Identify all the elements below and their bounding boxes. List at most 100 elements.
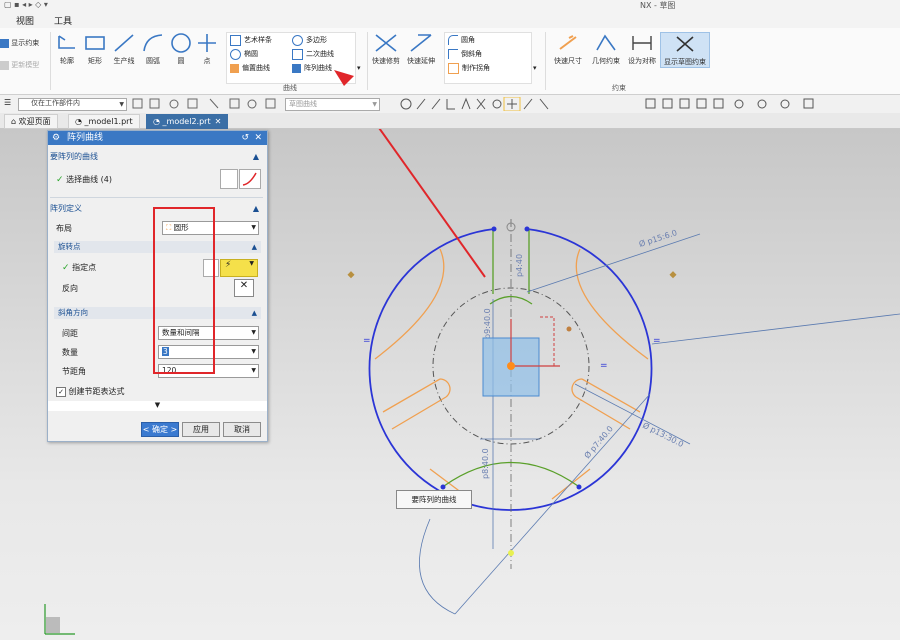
toolbar-icon-strip-right[interactable] [400,97,820,111]
reverse-label: 反向 [62,284,78,293]
menu-tools[interactable]: 工具 [54,14,72,27]
display-sketch-constraints-button[interactable]: 显示草图约束 [660,32,710,68]
specify-point-label: 指定点 [72,263,97,272]
geometric-constraints-icon [596,34,616,51]
dimension-label-p7[interactable]: Ø p7:40.0 [582,424,615,461]
chevron-down-icon: ▼ [251,348,256,355]
ellipse-item[interactable]: 椭圆 [230,48,258,61]
gear-icon[interactable]: ⚙ [52,133,60,143]
constraint-symbol: = [600,361,608,371]
point-button[interactable]: 点 [196,32,218,66]
bottom-point[interactable] [508,550,514,556]
dialog-titlebar[interactable]: ⚙ 阵列曲线 ↺ ✕ [48,131,267,145]
dimension-label-p15[interactable]: Ø p15:6.0 [638,227,679,249]
dimension-label-p13[interactable]: Ø p13:30.0 [641,420,685,449]
constraint-group-label: 约束 [612,84,626,92]
chevron-up-icon[interactable]: ▲ [252,241,257,253]
more-options-toggle[interactable]: ▼ [48,401,267,411]
rapid-dimension-icon [559,35,577,50]
profile-button[interactable]: 轮廓 [54,32,80,66]
polygon-icon [292,34,303,46]
line-label: 生产线 [113,57,135,65]
display-constraints-button[interactable]: 显示约束 [0,38,46,48]
circle-button[interactable]: 圆 [168,32,194,66]
quick-trim-label: 快速修剪 [372,57,400,65]
polygon-item[interactable]: 多边形 [292,34,327,47]
tab-model1[interactable]: ◔ _model1.prt [68,114,140,129]
tab-model2[interactable]: ◔ _model2.prt ✕ [146,114,229,129]
make-corner-item[interactable]: 制作拐角 [448,62,490,75]
chevron-up-icon[interactable]: ▲ [253,203,259,215]
section-curves-to-pattern[interactable]: 要阵列的曲线 ▲ [50,151,263,163]
menu-toggle-icon[interactable]: ☰ [4,98,11,107]
chevron-up-icon[interactable]: ▲ [252,307,257,319]
home-icon: ⌂ [11,117,19,126]
dimension-label-p4[interactable]: p4:40 [515,254,524,277]
chevron-up-icon[interactable]: ▲ [253,151,259,163]
filter-combo[interactable]: 草图曲线 ▼ [285,98,380,111]
create-expression-label: 创建节距表达式 [68,387,125,396]
ok-button[interactable]: < 确定 > [141,422,179,437]
check-icon: ✓ [56,175,64,185]
menu-bar: 视图 工具 [0,12,900,29]
polygon-label: 多边形 [306,36,327,44]
count-label: 数量 [62,348,78,357]
quick-extend-label: 快速延伸 [407,57,435,65]
layout-label: 布局 [56,224,72,233]
chamfer-label: 倒斜角 [461,50,482,58]
offset-curve-item[interactable]: 偏置曲线 [230,62,270,75]
arc-button[interactable]: 圆弧 [140,32,166,66]
create-expression-row[interactable]: ✓ 创建节距表达式 [56,386,125,397]
highlight-box [153,207,215,374]
close-icon[interactable]: ✕ [254,131,262,145]
rectangle-button[interactable]: 矩形 [82,32,108,66]
quick-trim-button[interactable]: 快速修剪 [370,32,402,66]
rapid-dimension-button[interactable]: 快速尺寸 [550,32,586,66]
chamfer-item[interactable]: 倒斜角 [448,48,482,61]
chevron-down-icon: ▼ [154,401,161,409]
arc-icon [143,34,163,52]
edit-gallery-expand-icon[interactable]: ▾ [533,64,537,72]
spacing-label: 间距 [62,329,78,338]
menu-view[interactable]: 视图 [16,14,34,27]
specify-point-row[interactable]: ✓ 指定点 [62,262,96,273]
curve-rule-icon[interactable] [220,169,238,189]
ellipse-label: 椭圆 [244,50,258,58]
curve-select-icon [242,172,257,186]
make-symmetric-icon [632,36,652,50]
quick-access-toolbar[interactable]: ▢ ▪ ◂ ▸ ◇ ▾ [4,0,48,9]
dimension-label-p8[interactable]: p8:40.0 [481,448,490,479]
pattern-curve-item[interactable]: 阵列曲线 [292,62,332,75]
geometric-constraints-button[interactable]: 几何约束 [588,32,624,66]
chevron-down-icon: ▼ [251,329,256,336]
fillet-item[interactable]: 圆角 [448,34,475,47]
conic-item[interactable]: 二次曲线 [292,48,334,61]
make-symmetric-button[interactable]: 设为对称 [626,32,658,66]
select-curve-row[interactable]: ✓ 选择曲线 (4) [56,174,112,185]
cancel-button[interactable]: 取消 [223,422,261,437]
part-icon: ◔ [153,117,163,126]
tab-model2-label: _model2.prt [162,117,211,126]
studio-spline-item[interactable]: 艺术样条 [230,34,272,47]
line-button[interactable]: 生产线 [110,32,138,66]
section-curves-label: 要阵列的曲线 [50,152,98,161]
handle-point[interactable] [566,326,572,332]
scope-combo[interactable]: 仅在工作部件内 [28,98,125,109]
dimension-label-p9[interactable]: p9:40.0 [483,308,492,339]
point-type-select[interactable]: ⚡ ▼ [220,259,258,277]
reset-icon[interactable]: ↺ [241,131,249,145]
select-curve-label: 选择曲线 (4) [66,175,112,184]
quick-extend-button[interactable]: 快速延伸 [404,32,438,66]
toolbar-icon-strip-left[interactable] [130,97,280,111]
tab-welcome[interactable]: ⌂ 欢迎页面 [4,114,58,129]
section-definition-label: 阵列定义 [50,204,82,213]
apply-button[interactable]: 应用 [182,422,220,437]
arc-label: 圆弧 [146,57,160,65]
create-expression-checkbox[interactable]: ✓ [56,386,66,397]
dimension-lines[interactable] [419,233,900,615]
reverse-direction-button[interactable]: ✕ [234,279,254,297]
origin-point[interactable] [507,362,515,370]
select-curve-button[interactable] [239,169,261,189]
update-model-button[interactable]: 更新模型 [0,60,46,70]
tab-close-icon[interactable]: ✕ [215,117,222,126]
